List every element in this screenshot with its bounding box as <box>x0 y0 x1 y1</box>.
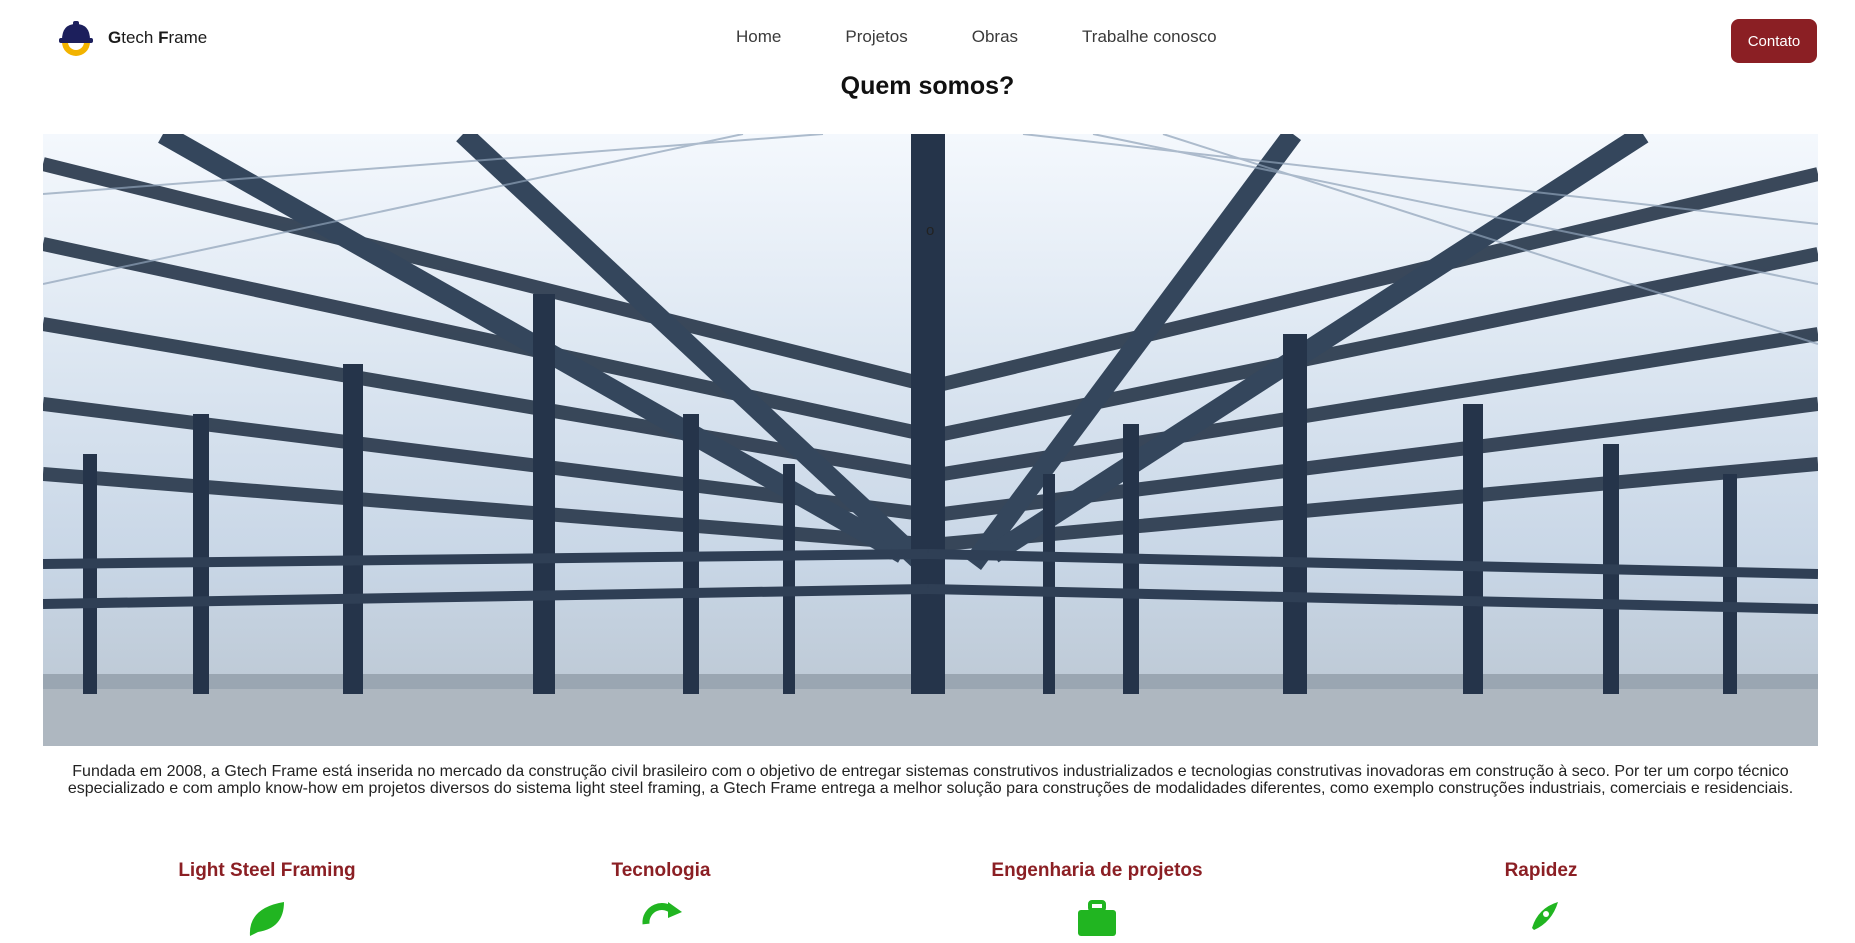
helmet-gear-icon <box>59 21 93 56</box>
refresh-icon <box>642 902 682 925</box>
nav-trabalhe-conosco[interactable]: Trabalhe conosco <box>1082 27 1217 47</box>
company-description: Fundada em 2008, a Gtech Frame está inse… <box>67 763 1794 797</box>
nav-projetos[interactable]: Projetos <box>845 27 907 47</box>
nav-obras[interactable]: Obras <box>972 27 1018 47</box>
page-title: Quem somos? <box>840 72 1015 100</box>
rocket-icon <box>1532 902 1558 930</box>
feature-title: Rapidez <box>1504 860 1578 881</box>
feature-title: Light Steel Framing <box>178 860 356 881</box>
feature-light-steel-framing: Light Steel Framing <box>147 860 387 943</box>
feature-rapidez: Rapidez <box>1421 860 1661 943</box>
briefcase-icon <box>1078 900 1116 936</box>
brand-name: Gtech Frame <box>108 28 208 47</box>
feature-tecnologia: Tecnologia <box>541 860 781 943</box>
hero-image: o <box>43 134 1818 746</box>
leaf-icon <box>249 902 284 936</box>
nav-home[interactable]: Home <box>736 27 781 47</box>
feature-engenharia-de-projetos: Engenharia de projetos <box>977 860 1217 943</box>
main-nav: Home Projetos Obras Trabalhe conosco <box>736 27 1217 47</box>
hero-overlay-text: o <box>926 222 935 239</box>
brand-logo[interactable]: Gtech Frame <box>56 18 207 58</box>
feature-title: Tecnologia <box>611 860 711 881</box>
contact-button[interactable]: Contato <box>1731 19 1817 63</box>
feature-title: Engenharia de projetos <box>991 860 1203 881</box>
